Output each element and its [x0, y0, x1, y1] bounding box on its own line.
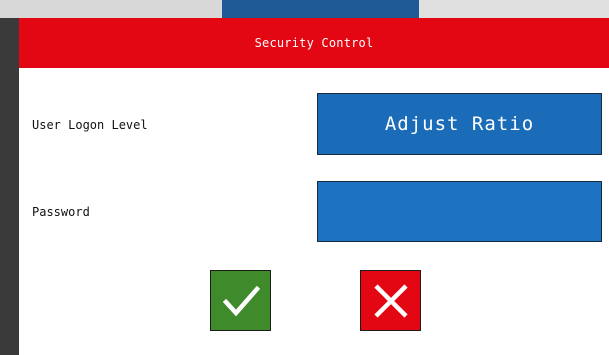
background-panel	[0, 18, 19, 355]
confirm-button[interactable]	[210, 270, 271, 331]
user-logon-level-selector[interactable]: Adjust Ratio	[317, 93, 602, 155]
x-icon	[373, 283, 408, 318]
checkmark-icon	[222, 285, 260, 316]
password-field[interactable]	[317, 181, 602, 242]
password-label: Password	[32, 205, 90, 219]
background-segment	[222, 0, 419, 18]
security-control-dialog: Security Control User Logon Level Adjust…	[19, 18, 609, 355]
cancel-button[interactable]	[360, 270, 421, 331]
background-segment	[419, 0, 609, 18]
user-logon-level-label: User Logon Level	[32, 118, 148, 132]
background-window-strip	[0, 0, 609, 18]
user-logon-level-value: Adjust Ratio	[384, 113, 535, 135]
dialog-title: Security Control	[254, 36, 374, 50]
dialog-titlebar: Security Control	[19, 18, 609, 68]
background-segment	[0, 0, 222, 18]
